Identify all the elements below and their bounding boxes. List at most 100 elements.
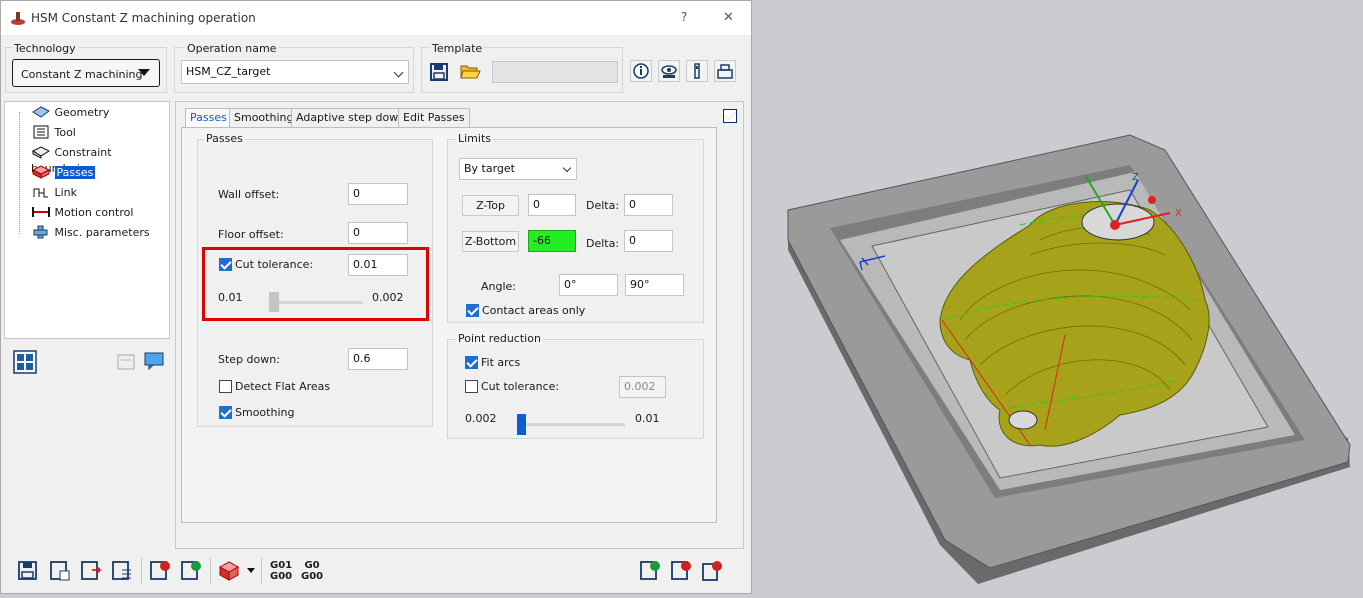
- info-button[interactable]: [630, 60, 652, 82]
- parameter-tree: Geometry Tool Constraint boundaries Pass…: [4, 101, 170, 339]
- smoothing-label: Smoothing: [235, 406, 295, 419]
- pr-slider-track[interactable]: [517, 423, 625, 426]
- template-label: Template: [430, 42, 485, 55]
- save-icon[interactable]: [17, 560, 39, 582]
- template-field: [492, 61, 618, 83]
- chevron-down-icon: [393, 67, 404, 78]
- floor-offset-input[interactable]: 0: [348, 222, 408, 244]
- smoothing-checkbox[interactable]: [219, 406, 232, 419]
- tree-item-label: Link: [54, 186, 78, 199]
- step-down-label: Step down:: [218, 353, 280, 366]
- operation-label: Operation name: [185, 42, 279, 55]
- tab-smoothing[interactable]: Smoothing: [229, 108, 299, 127]
- comment-icon[interactable]: [143, 351, 165, 371]
- open-folder-icon[interactable]: [459, 61, 481, 81]
- z-bottom-button[interactable]: Z-Bottom: [462, 231, 519, 252]
- cut-tolerance-slider-thumb[interactable]: [269, 292, 279, 312]
- axis-z-label: Z: [1132, 172, 1139, 183]
- z-top-input[interactable]: 0: [528, 194, 576, 216]
- g0-label: G0: [304, 560, 320, 571]
- tree-item-link[interactable]: Link: [31, 185, 77, 201]
- chevron-down-icon: [562, 163, 572, 173]
- z-bottom-delta-input[interactable]: 0: [624, 230, 673, 252]
- pr-slider-min-label: 0.002: [465, 412, 497, 425]
- contact-areas-checkbox[interactable]: [466, 304, 479, 317]
- machine-button[interactable]: [714, 60, 736, 82]
- tree-item-label: Passes: [54, 166, 96, 179]
- simulate-icon[interactable]: [149, 560, 171, 582]
- z-top-button[interactable]: Z-Top: [462, 195, 519, 216]
- step-down-input[interactable]: 0.6: [348, 348, 408, 370]
- operation-name-combo[interactable]: HSM_CZ_target: [181, 60, 409, 84]
- link-icon: [33, 188, 48, 198]
- tool-icon: [33, 125, 49, 139]
- chevron-down-icon: [138, 69, 150, 76]
- limits-mode-dropdown[interactable]: By target: [459, 158, 577, 180]
- detect-flat-areas-checkbox[interactable]: [219, 380, 232, 393]
- note-disabled-icon: [117, 354, 135, 370]
- g00-label: G00: [301, 571, 324, 582]
- technology-dropdown[interactable]: Constant Z machining: [12, 59, 160, 87]
- save-template-icon[interactable]: [429, 62, 449, 82]
- tree-item-motion-control[interactable]: Motion control: [31, 205, 133, 221]
- z-bottom-delta-label: Delta:: [586, 237, 620, 250]
- help-button[interactable]: ?: [681, 10, 687, 24]
- tree-item-geometry[interactable]: Geometry: [31, 105, 109, 121]
- geometry-icon: [32, 106, 50, 118]
- z-bottom-input[interactable]: -66: [528, 230, 576, 252]
- floor-offset-label: Floor offset:: [218, 228, 284, 241]
- g01-label: G01: [270, 560, 293, 571]
- wall-offset-input[interactable]: 0: [348, 183, 408, 205]
- save-calculate-icon[interactable]: [49, 560, 71, 582]
- cut-tolerance-checkbox[interactable]: [219, 258, 232, 271]
- tool-button[interactable]: [686, 60, 708, 82]
- cut-tolerance-input[interactable]: 0.01: [348, 254, 408, 276]
- pr-slider-max-label: 0.01: [635, 412, 660, 425]
- angle-from-input[interactable]: 0°: [559, 274, 618, 296]
- chevron-down-icon[interactable]: [247, 568, 255, 573]
- detect-flat-areas-label: Detect Flat Areas: [235, 380, 331, 393]
- fit-arcs-checkbox[interactable]: [465, 356, 478, 369]
- point-reduction-group-label: Point reduction: [456, 332, 543, 345]
- save-list-icon[interactable]: [111, 560, 133, 582]
- z-top-delta-input[interactable]: 0: [624, 194, 673, 216]
- exit-icon[interactable]: [701, 560, 723, 582]
- info-icon: [633, 63, 649, 79]
- toolbar-separator: [141, 558, 142, 584]
- cad-viewport[interactable]: X Z: [752, 0, 1363, 598]
- layout-icon[interactable]: [13, 350, 37, 374]
- save-new-icon[interactable]: [639, 560, 661, 582]
- cut-tolerance-slider-track[interactable]: [269, 301, 363, 304]
- g0-g00-button[interactable]: G0 G00: [301, 560, 323, 582]
- pr-slider-thumb[interactable]: [517, 414, 526, 435]
- tree-item-constraint-boundaries[interactable]: Constraint boundaries: [31, 145, 169, 175]
- panel-toggle-checkbox[interactable]: [723, 109, 737, 123]
- tree-item-misc-parameters[interactable]: Misc. parameters: [31, 225, 150, 241]
- pr-cut-tolerance-checkbox[interactable]: [465, 380, 478, 393]
- close-button[interactable]: ✕: [723, 10, 734, 25]
- eye-icon: [661, 65, 677, 78]
- save-close-icon[interactable]: [670, 560, 692, 582]
- toolbar-separator: [210, 558, 211, 584]
- passes-cube-icon[interactable]: [218, 560, 240, 582]
- tab-adaptive-step-down[interactable]: Adaptive step down: [291, 108, 411, 127]
- tab-passes[interactable]: Passes: [185, 108, 232, 127]
- angle-to-input[interactable]: 90°: [625, 274, 684, 296]
- g01-g00-button[interactable]: G01 G00: [270, 560, 292, 582]
- machine-icon: [717, 64, 733, 79]
- g00-label: G00: [270, 571, 293, 582]
- axis-x-label: X: [1175, 208, 1182, 219]
- window-title: HSM Constant Z machining operation: [31, 11, 256, 25]
- tree-item-tool[interactable]: Tool: [31, 125, 76, 141]
- toolbar-separator: [261, 558, 262, 584]
- tab-edit-passes[interactable]: Edit Passes: [398, 108, 470, 127]
- save-exit-icon[interactable]: [80, 560, 102, 582]
- tree-item-passes[interactable]: Passes: [31, 165, 96, 181]
- angle-label: Angle:: [481, 280, 517, 293]
- preview-button[interactable]: [658, 60, 680, 82]
- limits-mode-value: By target: [464, 162, 515, 175]
- contact-areas-label: Contact areas only: [482, 304, 586, 317]
- passes-group-label: Passes: [204, 132, 245, 145]
- verify-icon[interactable]: [180, 560, 202, 582]
- pr-cut-tolerance-input[interactable]: 0.002: [619, 376, 666, 398]
